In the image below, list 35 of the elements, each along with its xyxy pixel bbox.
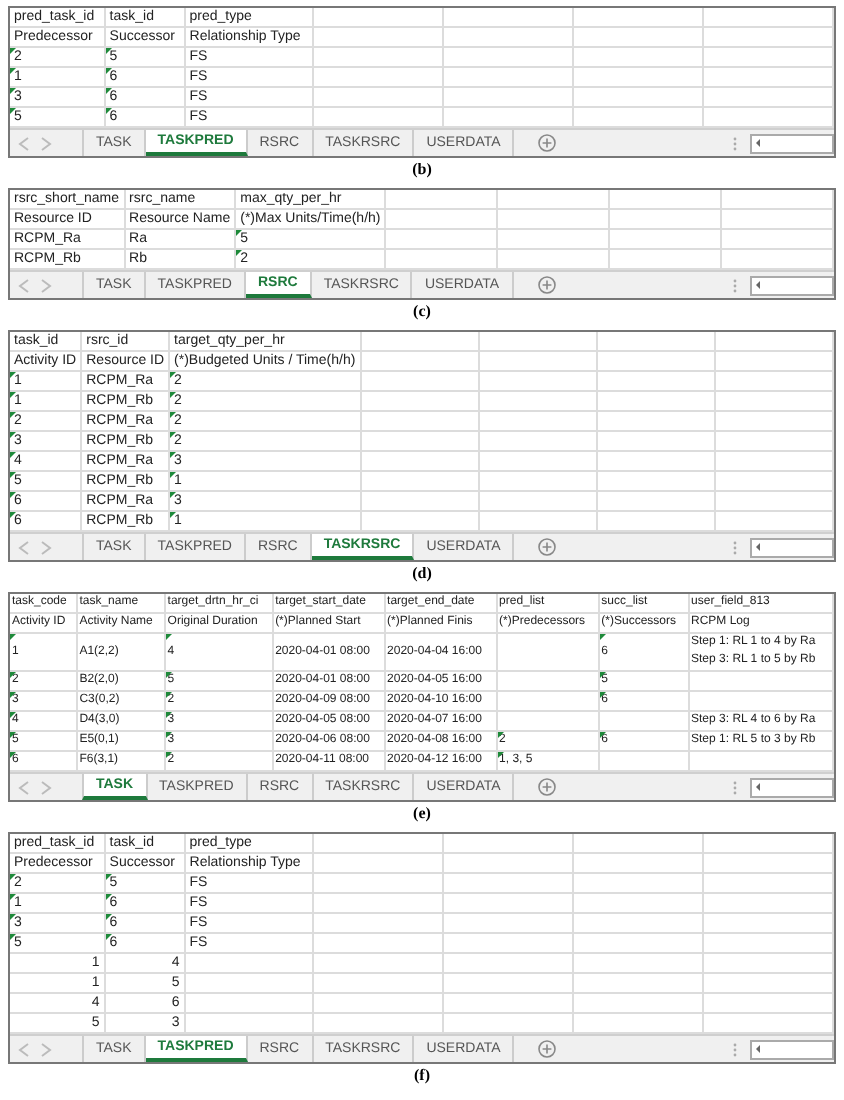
add-sheet-icon[interactable] xyxy=(538,538,557,556)
scroll-left-icon[interactable] xyxy=(16,539,32,555)
split-handle-icon[interactable] xyxy=(732,779,738,795)
horizontal-scrollbar[interactable] xyxy=(750,537,834,557)
figure-caption: (d) xyxy=(410,564,434,584)
horizontal-scrollbar[interactable] xyxy=(750,275,834,295)
scroll-right-icon[interactable] xyxy=(38,277,54,293)
scroll-right-icon[interactable] xyxy=(38,779,54,795)
horizontal-scrollbar[interactable] xyxy=(750,1039,834,1059)
scroll-left-icon[interactable] xyxy=(16,277,32,293)
figure-caption: (c) xyxy=(411,302,433,322)
scroll-arrow-icon[interactable] xyxy=(752,780,764,794)
scroll-left-icon[interactable] xyxy=(16,1041,32,1057)
figure-caption: (f) xyxy=(412,1066,432,1086)
split-handle-icon[interactable] xyxy=(732,1041,738,1057)
scroll-left-icon[interactable] xyxy=(16,779,32,795)
scroll-right-icon[interactable] xyxy=(38,1041,54,1057)
scroll-arrow-icon[interactable] xyxy=(752,136,764,150)
add-sheet-icon[interactable] xyxy=(538,1040,557,1058)
figure-caption: (b) xyxy=(410,160,434,180)
split-handle-icon[interactable] xyxy=(732,539,738,555)
figure-caption: (e) xyxy=(411,804,433,824)
scroll-arrow-icon[interactable] xyxy=(752,278,764,292)
horizontal-scrollbar[interactable] xyxy=(750,777,834,797)
scroll-arrow-icon[interactable] xyxy=(752,1042,764,1056)
scroll-right-icon[interactable] xyxy=(38,135,54,151)
split-handle-icon[interactable] xyxy=(732,277,738,293)
add-sheet-icon[interactable] xyxy=(538,134,557,152)
add-sheet-icon[interactable] xyxy=(538,778,557,796)
scroll-arrow-icon[interactable] xyxy=(752,540,764,554)
add-sheet-icon[interactable] xyxy=(537,276,556,294)
split-handle-icon[interactable] xyxy=(732,135,738,151)
scroll-right-icon[interactable] xyxy=(38,539,54,555)
scroll-left-icon[interactable] xyxy=(16,135,32,151)
horizontal-scrollbar[interactable] xyxy=(750,133,834,153)
